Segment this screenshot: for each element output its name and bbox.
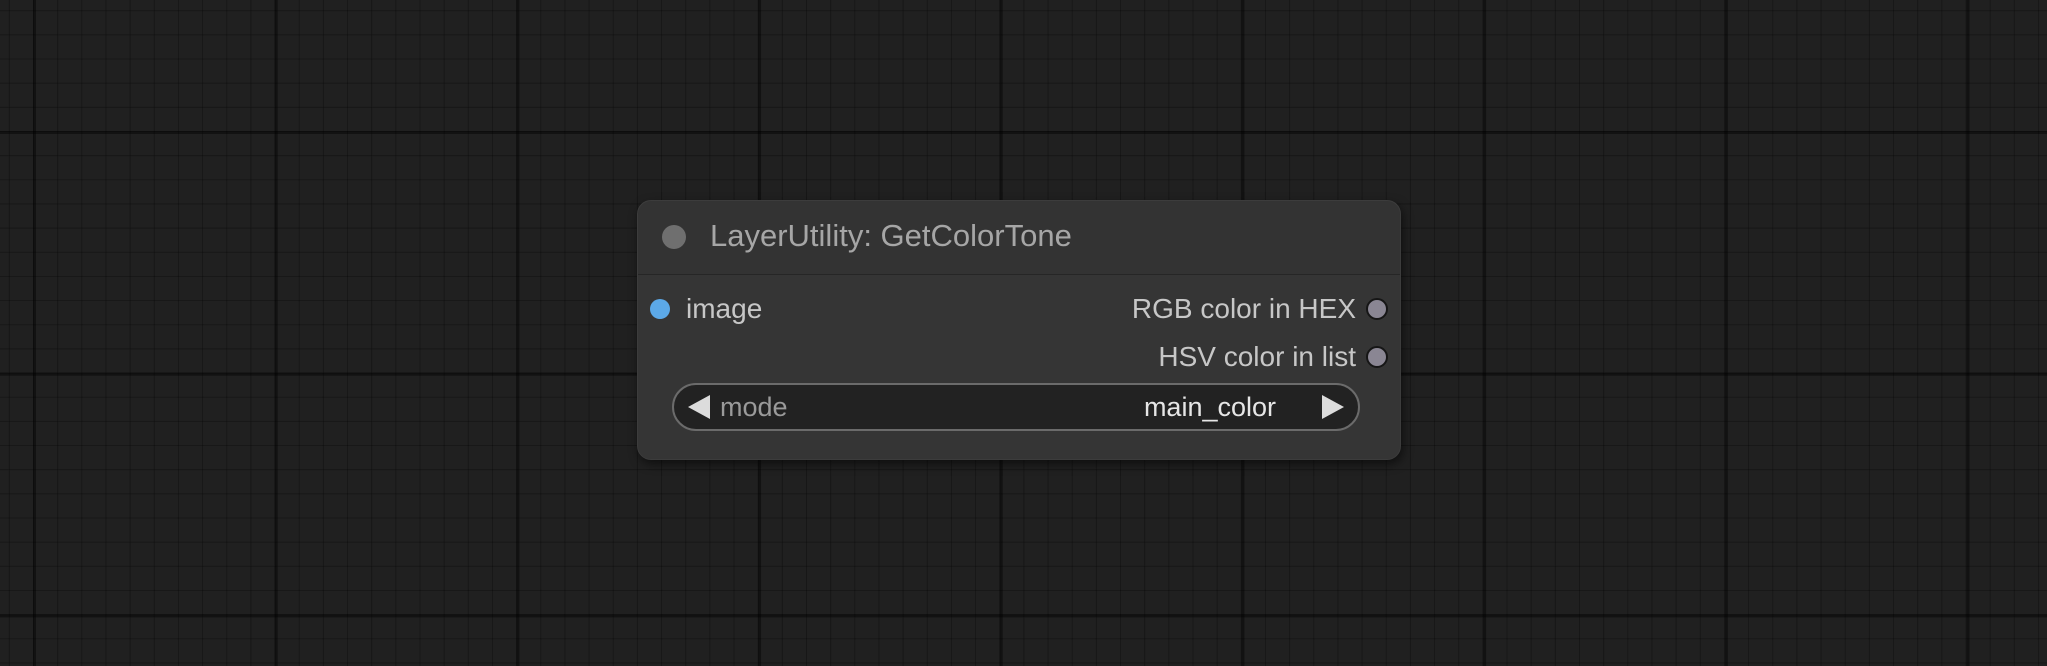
input-connector-icon[interactable] — [650, 299, 670, 319]
node-title: LayerUtility: GetColorTone — [710, 218, 1072, 253]
output-label: RGB color in HEX — [1131, 293, 1356, 324]
input-label: image — [686, 293, 763, 324]
output-slot-hsv-list[interactable]: HSV color in list — [1158, 337, 1388, 377]
widget-value[interactable]: main_color — [1144, 385, 1276, 429]
node-title-bar[interactable]: LayerUtility: GetColorTone — [638, 201, 1400, 275]
collapse-toggle-icon[interactable] — [662, 225, 686, 249]
graph-canvas[interactable]: LayerUtility: GetColorTone image RGB col… — [0, 0, 2047, 666]
output-slot-rgb-hex[interactable]: RGB color in HEX — [1132, 289, 1388, 329]
output-connector-icon[interactable] — [1366, 346, 1388, 368]
node-get-color-tone[interactable]: LayerUtility: GetColorTone image RGB col… — [637, 200, 1401, 460]
output-connector-icon[interactable] — [1366, 298, 1388, 320]
decrement-arrow-icon[interactable] — [688, 395, 710, 419]
output-label: HSV color in list — [1158, 341, 1356, 372]
widget-label: mode — [720, 392, 788, 422]
mode-combo-widget[interactable]: mode main_color — [672, 383, 1360, 431]
increment-arrow-icon[interactable] — [1322, 395, 1344, 419]
